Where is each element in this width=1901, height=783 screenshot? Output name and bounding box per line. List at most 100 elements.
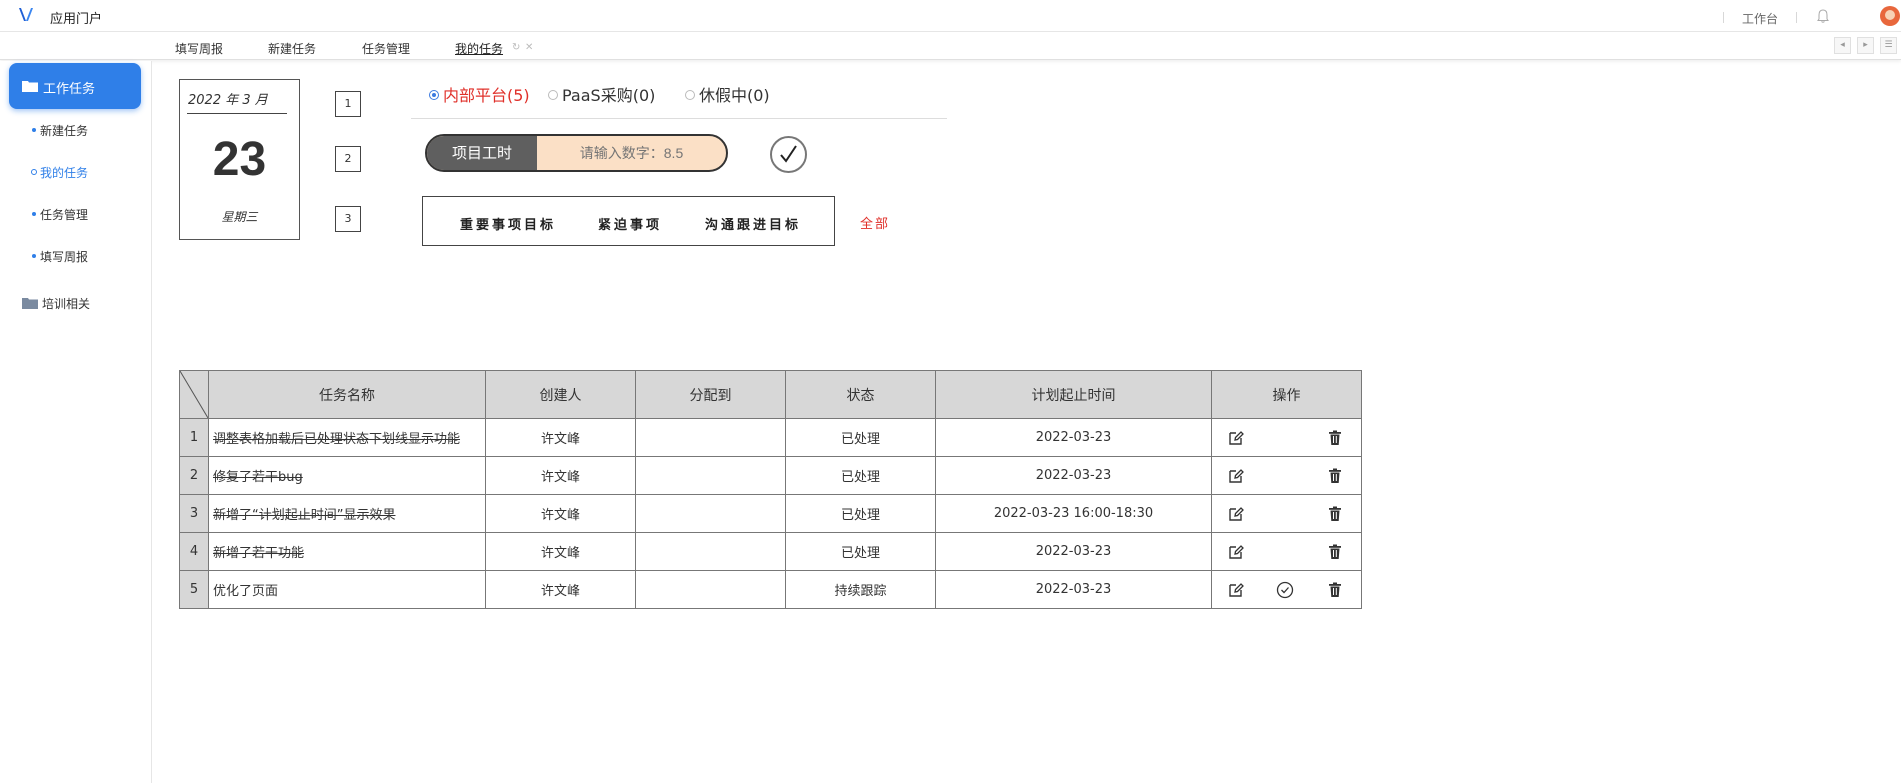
sidebar-item-label: 任务管理: [40, 208, 89, 222]
project-hours-input[interactable]: [537, 136, 726, 170]
tab-weekly-report[interactable]: 填写周报: [175, 40, 223, 57]
calendar-day: 23: [212, 133, 267, 186]
trash-icon[interactable]: [1326, 505, 1344, 523]
refresh-icon[interactable]: ↻: [512, 42, 520, 53]
scroll-left-icon[interactable]: ◂: [1834, 37, 1851, 54]
tab-bar: 填写周报 新建任务 任务管理 我的任务 ↻ ✕ ◂ ▸ ☰: [0, 32, 1901, 60]
top-bar: 应用门户 工作台: [0, 0, 1901, 32]
row-index: 1: [179, 418, 209, 457]
edit-icon[interactable]: [1227, 543, 1245, 561]
assignee-cell: [635, 494, 786, 533]
row-index: 5: [179, 570, 209, 609]
filter-all[interactable]: 全部: [860, 213, 890, 232]
close-icon[interactable]: ✕: [525, 42, 533, 53]
creator-cell: 许文峰: [485, 456, 636, 495]
divider: [411, 118, 947, 119]
trash-icon[interactable]: [1326, 581, 1344, 599]
sidebar-item-weekly-report[interactable]: 填写周报: [32, 248, 89, 265]
step-box-2: 2: [335, 146, 361, 172]
column-header-creator: 创建人: [485, 370, 636, 419]
column-header-assignee: 分配到: [635, 370, 786, 419]
radio-internal-platform[interactable]: 内部平台(5): [429, 82, 530, 106]
trash-icon[interactable]: [1326, 467, 1344, 485]
edit-icon[interactable]: [1227, 581, 1245, 599]
trash-icon[interactable]: [1326, 429, 1344, 447]
task-table: 任务名称 创建人 分配到 状态 计划起止时间 操作 1 调整表格加载后已处理状态下…: [179, 370, 1362, 609]
assignee-cell: [635, 570, 786, 609]
confirm-button[interactable]: [770, 136, 807, 173]
radio-on-leave[interactable]: 休假中(0): [685, 82, 770, 106]
workbench-link[interactable]: 工作台: [1742, 10, 1778, 27]
plan-time-cell: 2022-03-23: [935, 418, 1212, 457]
table-row: 3 新增了“计划起止时间”显示效果 许文峰 已处理 2022-03-23 16:00-1…: [179, 494, 1362, 533]
radio-label: PaaS采购(0): [562, 86, 656, 105]
plan-time-cell: 2022-03-23: [935, 456, 1212, 495]
status-cell: 持续跟踪: [785, 570, 936, 609]
creator-cell: 许文峰: [485, 570, 636, 609]
task-name-cell: 修复了若干bug: [208, 456, 486, 495]
table-header-row: 任务名称 创建人 分配到 状态 计划起止时间 操作: [179, 370, 1362, 419]
edit-icon[interactable]: [1227, 467, 1245, 485]
category-filter-box: 重要事项目标 紧迫事项 沟通跟进目标: [422, 196, 835, 246]
filter-important-goals[interactable]: 重要事项目标: [460, 214, 556, 233]
actions-cell: [1211, 456, 1362, 495]
edit-icon[interactable]: [1227, 429, 1245, 447]
trash-icon[interactable]: [1326, 543, 1344, 561]
status-cell: 已处理: [785, 532, 936, 571]
date-card: 2022 年 3 月 23 星期三: [179, 79, 300, 240]
bullet-icon: [32, 254, 36, 258]
sidebar-item-label: 填写周报: [40, 250, 89, 264]
status-cell: 已处理: [785, 456, 936, 495]
assignee-cell: [635, 418, 786, 457]
plan-time-cell: 2022-03-23: [935, 570, 1212, 609]
calendar-year-month: 2022 年 3 月: [188, 93, 268, 108]
radio-icon: [429, 89, 439, 100]
actions-cell: [1211, 570, 1362, 609]
project-hours-field: 项目工时: [425, 134, 728, 172]
table-row: 4 新增了若干功能 许文峰 已处理 2022-03-23: [179, 532, 1362, 571]
radio-paas-purchase[interactable]: PaaS采购(0): [548, 82, 655, 106]
folder-icon: [22, 81, 38, 92]
check-circle-icon[interactable]: [1276, 581, 1294, 599]
app-title: 应用门户: [50, 12, 103, 27]
column-header-status: 状态: [785, 370, 936, 419]
step-box-1: 1: [335, 91, 361, 117]
diagonal-line: [180, 371, 208, 418]
status-cell: 已处理: [785, 418, 936, 457]
actions-cell: [1211, 532, 1362, 571]
tab-my-tasks[interactable]: 我的任务: [455, 40, 503, 57]
sidebar-group-work-tasks[interactable]: 工作任务: [9, 63, 141, 109]
corner-cell: [179, 370, 209, 419]
filter-urgent-items[interactable]: 紧迫事项: [598, 214, 662, 233]
bell-icon[interactable]: [1816, 8, 1830, 24]
row-index: 4: [179, 532, 209, 571]
tab-task-management[interactable]: 任务管理: [362, 40, 410, 57]
radio-icon: [548, 89, 558, 100]
edit-icon[interactable]: [1227, 505, 1245, 523]
filter-communication-follow-up[interactable]: 沟通跟进目标: [705, 214, 801, 233]
sidebar-group-label: 工作任务: [43, 82, 96, 97]
sidebar-item-task-management[interactable]: 任务管理: [32, 206, 89, 223]
avatar[interactable]: [1880, 6, 1900, 26]
logo-icon[interactable]: [18, 6, 34, 24]
calendar-weekday: 星期三: [221, 210, 258, 224]
creator-cell: 许文峰: [485, 418, 636, 457]
task-name-cell: 新增了若干功能: [208, 532, 486, 571]
divider: [1723, 12, 1724, 23]
column-header-task-name: 任务名称: [208, 370, 486, 419]
radio-icon: [685, 89, 695, 100]
column-header-actions: 操作: [1211, 370, 1362, 419]
checkmark-icon: [780, 145, 797, 163]
bullet-icon: [32, 128, 36, 132]
tab-new-task[interactable]: 新建任务: [268, 40, 316, 57]
task-name-cell: 新增了“计划起止时间”显示效果: [208, 494, 486, 533]
sidebar: 工作任务 新建任务 我的任务 任务管理 填写周报 培训相关: [0, 61, 152, 783]
sidebar-item-new-task[interactable]: 新建任务: [32, 122, 88, 139]
plan-time-cell: 2022-03-23 16:00-18:30: [935, 494, 1212, 533]
tab-menu-icon[interactable]: ☰: [1880, 37, 1897, 54]
bullet-icon: [31, 169, 37, 175]
scroll-right-icon[interactable]: ▸: [1857, 37, 1874, 54]
sidebar-item-my-tasks[interactable]: 我的任务: [31, 164, 88, 181]
task-name-cell: 调整表格加载后已处理状态下划线显示功能: [208, 418, 486, 457]
status-cell: 已处理: [785, 494, 936, 533]
